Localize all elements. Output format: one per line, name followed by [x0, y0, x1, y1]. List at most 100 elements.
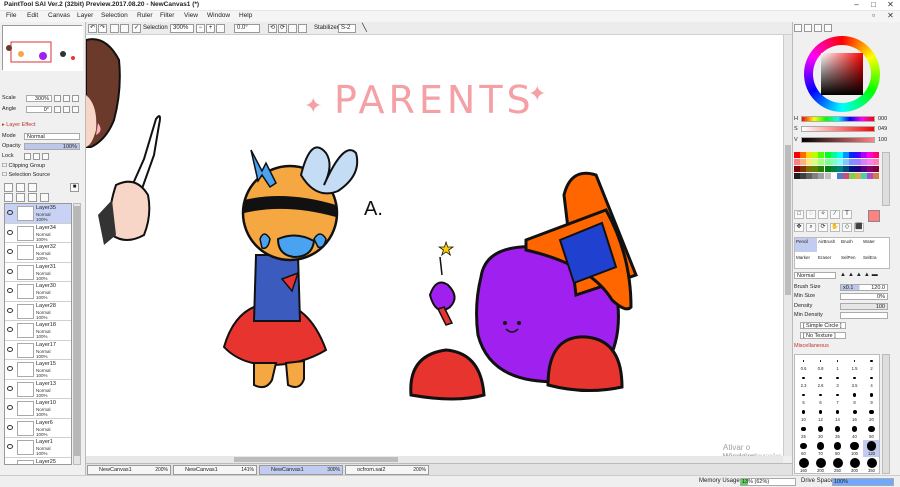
brush-size-cell[interactable]: 100 [846, 440, 863, 457]
color-swatch[interactable] [806, 173, 813, 179]
brush-size-cell[interactable]: 2.6 [812, 372, 829, 389]
layer-row[interactable]: Layer31 Normal 100% [5, 262, 71, 282]
magic-wand-icon[interactable]: ✧ [818, 210, 828, 219]
brush-size-cell[interactable]: 16 [846, 406, 863, 423]
color-swatch[interactable] [806, 159, 813, 165]
new-linework-layer-icon[interactable] [28, 183, 37, 192]
color-swatch[interactable] [824, 173, 831, 179]
brush-size-cell[interactable]: 200 [812, 457, 829, 473]
transfer-down-icon[interactable] [4, 193, 13, 202]
rotation-field[interactable]: 0.0° [234, 24, 260, 33]
brush-size-cell[interactable]: 250 [829, 457, 846, 473]
brush-size-cell[interactable]: 10 [795, 406, 812, 423]
canvas-tab-active[interactable]: NewCanvas1 300% [259, 465, 343, 475]
color-swatch[interactable] [848, 159, 855, 165]
undo-icon[interactable]: ↶ [88, 24, 97, 33]
current-color-swatch[interactable] [868, 210, 880, 222]
color-swatch[interactable] [855, 166, 861, 172]
color-swatch[interactable] [873, 159, 880, 165]
color-swatch[interactable] [873, 166, 880, 172]
hsv-sliders-toggle-icon[interactable] [814, 24, 822, 32]
brush-size-cell[interactable]: 30 [812, 423, 829, 440]
brush-size-cell[interactable]: 40 [846, 423, 863, 440]
brush-size-cell[interactable]: 7 [829, 389, 846, 406]
rotate-left-button[interactable] [54, 106, 61, 113]
brush-size-cell[interactable]: 350 [863, 457, 879, 473]
new-layer-icon[interactable] [4, 183, 13, 192]
color-swatch[interactable] [861, 173, 868, 179]
clipping-group-checkbox[interactable]: ☐ Clipping Group [2, 163, 45, 169]
visibility-eye-icon[interactable] [7, 346, 13, 352]
canvas-tab[interactable]: NewCanvas1 141% [173, 465, 257, 475]
layer-row[interactable]: Layer25Normal100% [5, 457, 71, 464]
visibility-eye-icon[interactable] [7, 424, 13, 430]
layer-row[interactable]: Layer17 Normal 100% [5, 340, 71, 360]
color-swatch[interactable] [812, 159, 819, 165]
brush-size-cell[interactable]: 1 [829, 355, 846, 372]
clear-layer-icon[interactable] [28, 193, 37, 202]
color-swatch[interactable] [818, 173, 825, 179]
color-swatch[interactable] [794, 173, 800, 179]
brush-size-cell[interactable]: 12 [812, 406, 829, 423]
color-swatch[interactable] [830, 166, 837, 172]
menu-edit[interactable]: Edit [27, 12, 38, 19]
color-swatch[interactable] [824, 166, 831, 172]
canvas-vertical-scrollbar[interactable] [783, 35, 792, 456]
brush-size-cell[interactable]: 8 [846, 389, 863, 406]
layer-list-scrollbar[interactable] [73, 203, 81, 465]
value-slider[interactable] [801, 137, 875, 143]
layer-row[interactable]: Layer28 Normal 100% [5, 301, 71, 321]
saturation-value-square[interactable] [821, 53, 863, 95]
color-swatch[interactable] [836, 166, 843, 172]
shape-tool-icon[interactable]: ◇ [842, 223, 852, 232]
brush-size-cell[interactable]: 25 [795, 423, 812, 440]
toolbar-zoom-in-button[interactable]: + [206, 24, 215, 33]
layer-row[interactable]: Layer15 Normal 100% [5, 360, 71, 380]
swatches-toggle-icon[interactable] [824, 24, 832, 32]
color-swatch[interactable] [806, 152, 813, 158]
min-density-slider[interactable] [840, 312, 888, 319]
rotate-cw-icon[interactable]: ⟳ [278, 24, 287, 33]
color-swatch[interactable] [830, 159, 837, 165]
hue-slider[interactable] [801, 116, 875, 122]
swatch-scrollbar[interactable] [882, 152, 890, 206]
zoom-field[interactable]: 300% [170, 24, 194, 33]
color-swatch[interactable] [830, 152, 837, 158]
color-swatch[interactable] [794, 152, 800, 158]
seler-tool[interactable]: SelEra [863, 255, 877, 260]
brush-size-cell[interactable]: 20 [863, 406, 879, 423]
menu-ruler[interactable]: Ruler [137, 12, 153, 19]
brush-edge-icons[interactable]: ▲▲▲▲▬ [840, 272, 880, 278]
visibility-eye-icon[interactable] [7, 405, 13, 410]
brush-size-cell[interactable]: 60 [795, 440, 812, 457]
zoom-fit-button[interactable] [216, 24, 225, 33]
selection-checkbox[interactable]: ✓ [132, 24, 141, 33]
color-swatch[interactable] [867, 173, 874, 179]
color-swatch[interactable] [867, 166, 874, 172]
invert-selection-icon[interactable] [120, 24, 129, 33]
color-swatch[interactable] [842, 166, 849, 172]
menu-filter[interactable]: Filter [160, 12, 174, 19]
selection-source-checkbox[interactable]: ☐ Selection Source [2, 172, 50, 178]
color-swatch[interactable] [867, 159, 874, 165]
layer-row[interactable]: Layer32 Normal 100% [5, 243, 71, 263]
color-swatch[interactable] [812, 173, 819, 179]
brush-size-cell[interactable]: 80 [829, 440, 846, 457]
brush-size-cell[interactable]: 300 [846, 457, 863, 473]
eraser-tool[interactable]: Eraser [818, 255, 831, 260]
color-swatch[interactable] [855, 159, 861, 165]
brush-size-cell[interactable]: 5 [795, 389, 812, 406]
visibility-eye-icon[interactable] [7, 307, 13, 313]
canvas-tab[interactable]: ocfrom.sai2 200% [345, 465, 429, 475]
eyedropper-icon[interactable]: ⁄ [830, 210, 840, 219]
canvas-tab[interactable]: NewCanvas1 200% [87, 465, 171, 475]
blend-mode-select[interactable]: Normal [794, 272, 836, 279]
layer-list[interactable]: Layer35 Normal 100% Layer34 Normal 100% Layer3… [4, 203, 72, 465]
layer-row[interactable]: Layer13 Normal 100% [5, 379, 71, 399]
color-swatch[interactable] [867, 152, 874, 158]
brush-size-cell[interactable]: 6 [812, 389, 829, 406]
color-swatch[interactable] [818, 159, 825, 165]
visibility-eye-icon[interactable] [7, 288, 13, 293]
visibility-eye-icon[interactable] [7, 366, 13, 371]
zoom-tool-icon[interactable]: ⌕ [806, 223, 816, 232]
